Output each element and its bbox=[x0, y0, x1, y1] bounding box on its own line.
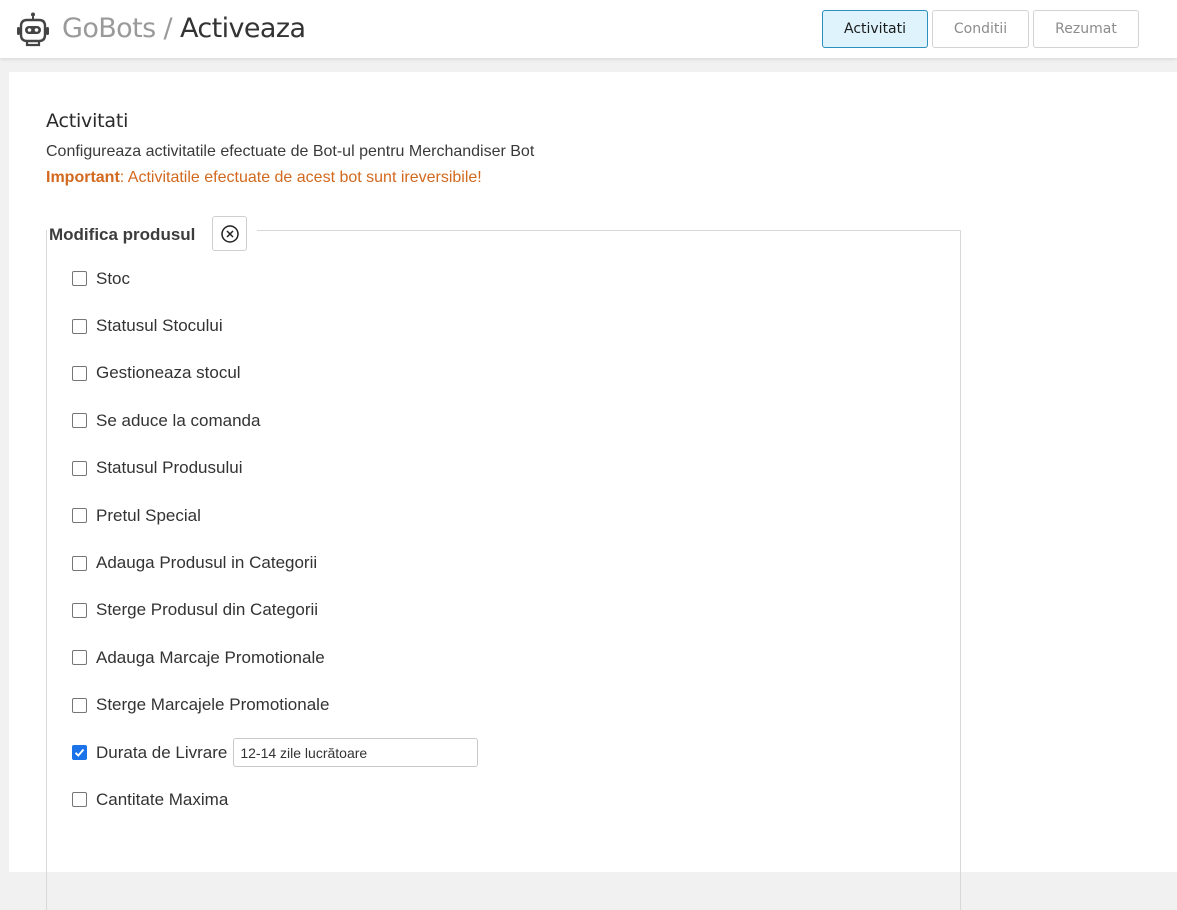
activity-durata-de-livrare: Durata de Livrare bbox=[47, 729, 960, 776]
checkmark-icon bbox=[74, 748, 85, 757]
circle-x-icon bbox=[220, 224, 239, 243]
checkbox-label[interactable]: Adauga Produsul in Categorii bbox=[96, 553, 317, 573]
checkbox[interactable] bbox=[72, 271, 87, 287]
checkbox-label[interactable]: Statusul Produsului bbox=[96, 458, 242, 478]
activity-stoc: Stoc bbox=[47, 255, 960, 302]
checkbox-label[interactable]: Cantitate Maxima bbox=[96, 790, 228, 810]
activity-adauga-produsul-in-categorii: Adauga Produsul in Categorii bbox=[47, 539, 960, 586]
warning-message: Important: Activitatile efectuate de ace… bbox=[46, 169, 482, 187]
checkbox-label[interactable]: Adauga Marcaje Promotionale bbox=[96, 648, 325, 668]
activity-sterge-produsul-din-categorii: Sterge Produsul din Categorii bbox=[47, 587, 960, 634]
activity-cantitate-maxima: Cantitate Maxima bbox=[47, 776, 960, 823]
top-bar: GoBots / Activeaza Activitati Conditii R… bbox=[0, 0, 1177, 58]
checkbox-checked[interactable] bbox=[72, 745, 87, 761]
activity-statusul-produsului: Statusul Produsului bbox=[47, 445, 960, 492]
robot-icon bbox=[17, 12, 49, 47]
brand: GoBots / Activeaza bbox=[15, 9, 306, 49]
activity-statusul-stocului: Statusul Stocului bbox=[47, 302, 960, 349]
checkbox-label[interactable]: Stoc bbox=[96, 269, 130, 289]
checkbox[interactable] bbox=[72, 697, 87, 713]
group-legend: Modifica produsul bbox=[49, 225, 202, 245]
checkbox[interactable] bbox=[72, 792, 87, 808]
checkbox-label[interactable]: Pretul Special bbox=[96, 506, 201, 526]
checkbox-label[interactable]: Durata de Livrare bbox=[96, 743, 227, 763]
checkbox[interactable] bbox=[72, 508, 87, 524]
activity-gestioneaza-stocul: Gestioneaza stocul bbox=[47, 350, 960, 397]
checkbox-label[interactable]: Sterge Marcajele Promotionale bbox=[96, 695, 329, 715]
step-rezumat-button[interactable]: Rezumat bbox=[1033, 10, 1139, 48]
activity-adauga-marcaje-promotionale: Adauga Marcaje Promotionale bbox=[47, 634, 960, 681]
durata-livrare-input[interactable] bbox=[233, 738, 479, 768]
step-activitati-button[interactable]: Activitati bbox=[822, 10, 928, 48]
remove-group-button[interactable] bbox=[212, 216, 247, 251]
wizard-steps: Activitati Conditii Rezumat bbox=[822, 10, 1143, 48]
main-card: Activitati Configureaza activitatile efe… bbox=[9, 72, 1177, 910]
step-conditii-button[interactable]: Conditii bbox=[932, 10, 1029, 48]
brand-name[interactable]: GoBots bbox=[62, 13, 156, 44]
breadcrumb-separator: / bbox=[163, 13, 173, 44]
breadcrumb: GoBots / Activeaza bbox=[62, 11, 306, 47]
checkbox-label[interactable]: Gestioneaza stocul bbox=[96, 363, 241, 383]
checkbox[interactable] bbox=[72, 318, 87, 334]
checkbox-label[interactable]: Statusul Stocului bbox=[96, 316, 223, 336]
activity-sterge-marcajele-promotionale: Sterge Marcajele Promotionale bbox=[47, 682, 960, 729]
checkbox[interactable] bbox=[72, 460, 87, 476]
checkbox[interactable] bbox=[72, 555, 87, 571]
warning-text: : Activitatile efectuate de acest bot su… bbox=[119, 169, 482, 186]
page-title: Activeaza bbox=[180, 13, 306, 44]
modifica-produsul-group: Modifica produsul Stoc Statusul Stocului… bbox=[46, 216, 961, 910]
warning-label: Important bbox=[46, 169, 120, 186]
activity-checklist: Stoc Statusul Stocului Gestioneaza stocu… bbox=[47, 255, 960, 824]
checkbox-label[interactable]: Sterge Produsul din Categorii bbox=[96, 600, 318, 620]
section-description: Configureaza activitatile efectuate de B… bbox=[46, 143, 535, 160]
checkbox-label[interactable]: Se aduce la comanda bbox=[96, 411, 260, 431]
checkbox[interactable] bbox=[72, 365, 87, 381]
activity-pretul-special: Pretul Special bbox=[47, 492, 960, 539]
checkbox[interactable] bbox=[72, 650, 87, 666]
activity-se-aduce-la-comanda: Se aduce la comanda bbox=[47, 397, 960, 444]
legend-divider bbox=[257, 230, 961, 231]
checkbox[interactable] bbox=[72, 602, 87, 618]
section-title: Activitati bbox=[46, 110, 129, 132]
checkbox[interactable] bbox=[72, 413, 87, 429]
